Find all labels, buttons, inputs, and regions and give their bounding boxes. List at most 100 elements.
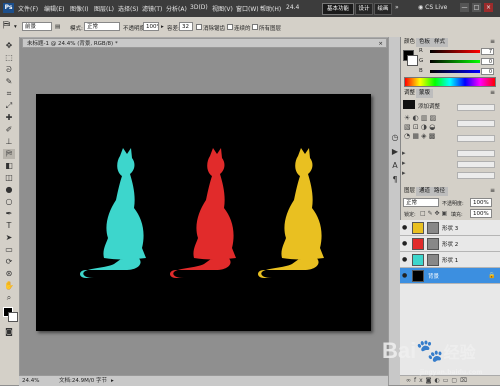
adjust-preset-row-4[interactable] xyxy=(457,150,495,157)
layer-row-selected[interactable]: ● 背景 🔒 xyxy=(400,268,500,284)
opacity-arrow-icon[interactable]: ▸ xyxy=(161,24,164,30)
new-layer-icon[interactable]: ▢ xyxy=(451,377,460,384)
zoom-tool-icon[interactable]: ⌕ xyxy=(3,293,15,303)
red-slider[interactable] xyxy=(430,50,480,53)
quick-select-tool-icon[interactable]: ✎ xyxy=(3,77,15,87)
cs-live-button[interactable]: ◉ CS Live xyxy=(418,4,447,11)
zoom-level-display[interactable]: 24.4 xyxy=(286,4,299,11)
path-select-tool-icon[interactable]: ➤ xyxy=(3,233,15,243)
lasso-tool-icon[interactable]: ᘐ xyxy=(3,65,15,75)
workspace-design-button[interactable]: 设计 xyxy=(355,3,373,15)
fill-input[interactable]: 100% xyxy=(470,209,492,218)
hand-tool-icon[interactable]: ✋ xyxy=(3,281,15,291)
link-icon[interactable]: ∞ xyxy=(406,377,414,384)
menu-view[interactable]: 视图(V) xyxy=(212,4,233,13)
menu-select[interactable]: 选择(S) xyxy=(118,4,139,13)
preset-icon-1[interactable]: ▸ xyxy=(402,148,406,158)
workspace-more-icon[interactable]: » xyxy=(395,4,399,11)
workspace-essentials-button[interactable]: 基本功能 xyxy=(322,3,354,15)
adjustment-icons-grid[interactable]: ☀ ◐ ▥ ▨ ▧ ⊡ ◑ ◒ ◔ ▦ ◈ ▩ xyxy=(404,114,436,141)
workspace-painting-button[interactable]: 绘画 xyxy=(374,3,392,15)
layer-row[interactable]: ● 形状 1 xyxy=(400,252,500,268)
eraser-tool-icon[interactable]: ◧ xyxy=(3,161,15,171)
mode-select[interactable]: 正常 xyxy=(84,22,120,31)
3d-rotate-tool-icon[interactable]: ⟳ xyxy=(3,257,15,267)
menu-image[interactable]: 图像(I) xyxy=(70,4,88,13)
trash-icon[interactable]: ⌧ xyxy=(460,377,470,384)
tab-paths[interactable]: 路径 xyxy=(431,187,449,196)
red-value-input[interactable]: 7 xyxy=(481,48,494,55)
menu-3d[interactable]: 3D(D) xyxy=(190,4,208,11)
color-spectrum-bar[interactable] xyxy=(404,77,496,87)
visibility-eye-icon[interactable]: ● xyxy=(402,257,407,263)
dodge-tool-icon[interactable]: ○ xyxy=(3,197,15,207)
visibility-eye-icon[interactable]: ● xyxy=(402,273,407,279)
antialias-checkbox[interactable] xyxy=(196,24,202,30)
3d-orbit-tool-icon[interactable]: ⊛ xyxy=(3,269,15,279)
blur-tool-icon[interactable]: ● xyxy=(3,185,15,195)
blue-value-input[interactable]: 0 xyxy=(481,68,494,75)
mask-icon[interactable]: ◙ xyxy=(426,377,435,384)
close-button[interactable]: × xyxy=(484,3,493,12)
green-value-input[interactable]: 0 xyxy=(481,58,494,65)
pen-tool-icon[interactable]: ✒ xyxy=(3,209,15,219)
eyedropper-tool-icon[interactable]: ⤢ xyxy=(3,101,15,111)
layer-row[interactable]: ● 形状 2 xyxy=(400,236,500,252)
crop-tool-icon[interactable]: ⌗ xyxy=(3,89,15,99)
paint-bucket-tool-icon-toolbox[interactable]: ⛿ xyxy=(3,149,15,159)
menu-window[interactable]: 窗口(W) xyxy=(236,4,259,13)
quick-mask-icon[interactable]: ◙ xyxy=(3,327,15,337)
maximize-button[interactable]: □ xyxy=(472,3,481,12)
document-canvas[interactable] xyxy=(36,94,371,331)
fx-icon[interactable]: fx xyxy=(414,377,426,384)
tool-preset-arrow-icon[interactable]: ▾ xyxy=(14,24,17,30)
brightness-icon[interactable]: ☀ ◐ ▥ ▨ xyxy=(404,114,436,123)
adjust-panel-menu-icon[interactable]: ≡ xyxy=(490,89,495,96)
color-panel-menu-icon[interactable]: ≡ xyxy=(490,38,495,45)
layer-opacity-input[interactable]: 100% xyxy=(470,198,492,207)
adjust-preset-row-3[interactable] xyxy=(457,135,495,142)
menu-file[interactable]: 文件(F) xyxy=(18,4,38,13)
lock-icons[interactable]: □ ✎ ✥ ▣ xyxy=(420,210,447,217)
shape-tool-icon[interactable]: ▭ xyxy=(3,245,15,255)
tab-styles[interactable]: 样式 xyxy=(431,38,449,47)
layers-panel-menu-icon[interactable]: ≡ xyxy=(490,187,495,194)
menu-edit[interactable]: 编辑(E) xyxy=(44,4,64,13)
brush-tool-icon[interactable]: ✐ xyxy=(3,125,15,135)
blue-slider[interactable] xyxy=(430,70,480,73)
clone-stamp-tool-icon[interactable]: ⊥ xyxy=(3,137,15,147)
healing-brush-tool-icon[interactable]: ✚ xyxy=(3,113,15,123)
gradient-tool-icon[interactable]: ◫ xyxy=(3,173,15,183)
tolerance-input[interactable]: 32 xyxy=(179,22,193,31)
move-tool-icon[interactable]: ✥ xyxy=(3,41,15,51)
green-slider[interactable] xyxy=(430,60,480,63)
menu-analysis[interactable]: 分析(A) xyxy=(166,4,187,13)
preset-icon-2[interactable]: ▸ xyxy=(402,158,406,168)
adjust-preset-row-1[interactable] xyxy=(457,104,495,111)
type-tool-icon[interactable]: T xyxy=(3,221,15,231)
layer-row[interactable]: ● 形状 3 xyxy=(400,220,500,236)
adjust-preset-row-5[interactable] xyxy=(457,161,495,168)
menu-help[interactable]: 帮助(H) xyxy=(260,4,281,13)
marquee-tool-icon[interactable]: ⬚ xyxy=(3,53,15,63)
document-tab[interactable]: 未标题-1 @ 24.4% (背景, RGB/8) * × xyxy=(22,38,387,48)
adjust-preset-row-6[interactable] xyxy=(457,172,495,179)
pattern-picker-icon[interactable]: ▤ xyxy=(55,24,60,30)
preset-icon-3[interactable]: ▸ xyxy=(402,168,406,178)
opacity-input[interactable]: 100% xyxy=(143,22,159,31)
menu-filter[interactable]: 滤镜(T) xyxy=(142,4,162,13)
tab-masks[interactable]: 蒙版 xyxy=(416,89,434,98)
background-color-swatch[interactable] xyxy=(8,312,18,322)
adjustment-icon[interactable]: ◐ xyxy=(435,377,443,384)
paint-bucket-tool-icon[interactable]: ⛿ xyxy=(3,20,10,31)
blend-mode-select[interactable]: 正常 xyxy=(403,198,439,207)
fill-source-select[interactable]: 前景 xyxy=(22,22,52,31)
color-panel-bg-swatch[interactable] xyxy=(407,55,418,66)
adjust-preset-row-2[interactable] xyxy=(457,120,495,127)
curves-icon[interactable]: ◔ ▦ ◈ ▩ xyxy=(404,132,436,141)
visibility-eye-icon[interactable]: ● xyxy=(402,225,407,231)
levels-icon[interactable]: ▧ ⊡ ◑ ◒ xyxy=(404,123,436,132)
menu-layer[interactable]: 图层(L) xyxy=(94,4,114,13)
contiguous-checkbox[interactable] xyxy=(227,24,233,30)
visibility-eye-icon[interactable]: ● xyxy=(402,241,407,247)
